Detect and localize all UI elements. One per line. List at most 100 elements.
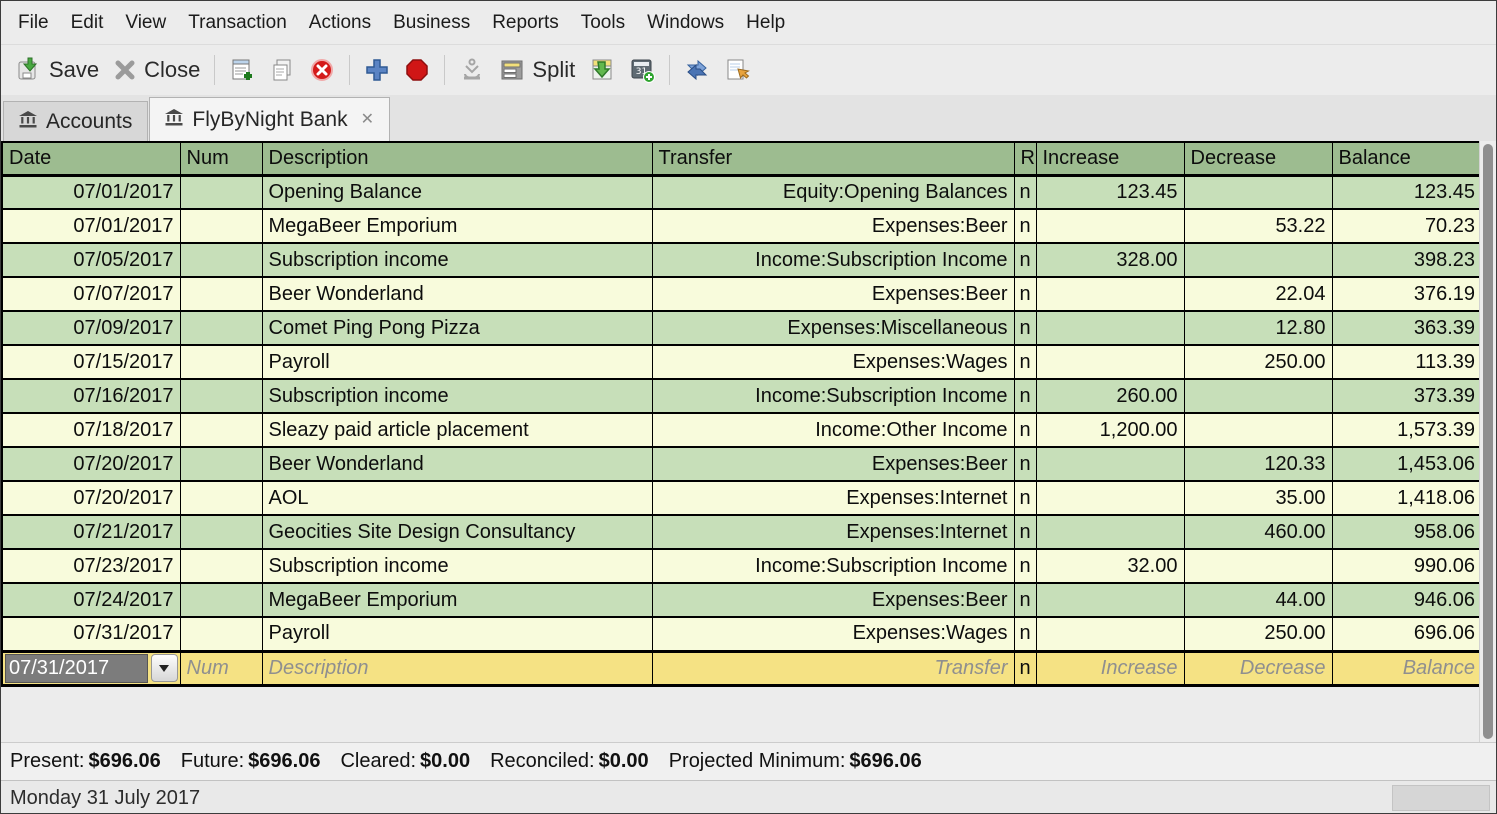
cell-transfer[interactable]: Expenses:Beer [652, 583, 1014, 617]
cell-reconciled[interactable]: n [1014, 481, 1036, 515]
cell-increase[interactable]: 123.45 [1036, 175, 1184, 209]
menu-item-file[interactable]: File [7, 4, 60, 42]
table-row[interactable]: 07/15/2017 Payroll Expenses:Wages n 250.… [2, 345, 1482, 379]
cell-num[interactable] [180, 243, 262, 277]
cell-balance[interactable]: 363.39 [1332, 311, 1482, 345]
cell-balance[interactable]: 1,573.39 [1332, 413, 1482, 447]
table-row[interactable]: 07/20/2017 AOL Expenses:Internet n 35.00… [2, 481, 1482, 515]
cell-description[interactable]: Beer Wonderland [262, 447, 652, 481]
column-header-transfer[interactable]: Transfer [652, 142, 1014, 175]
cell-date[interactable]: 07/15/2017 [2, 345, 180, 379]
cell-increase[interactable] [1036, 617, 1184, 651]
cell-reconciled[interactable]: n [1014, 277, 1036, 311]
column-header-date[interactable]: Date [2, 142, 180, 175]
cell-increase[interactable]: 260.00 [1036, 379, 1184, 413]
cell-increase[interactable]: 328.00 [1036, 243, 1184, 277]
cell-date[interactable]: 07/20/2017 [2, 481, 180, 515]
cell-date[interactable]: 07/07/2017 [2, 277, 180, 311]
cell-num[interactable] [180, 413, 262, 447]
cell-reconciled[interactable]: n [1014, 175, 1036, 209]
cell-transfer[interactable]: Expenses:Internet [652, 515, 1014, 549]
cell-decrease[interactable]: 120.33 [1184, 447, 1332, 481]
cell-balance[interactable]: 373.39 [1332, 379, 1482, 413]
cell-reconciled[interactable]: n [1014, 311, 1036, 345]
cell-balance[interactable]: 990.06 [1332, 549, 1482, 583]
cell-num[interactable] [180, 617, 262, 651]
cell-transfer[interactable]: Expenses:Miscellaneous [652, 311, 1014, 345]
cell-date[interactable]: 07/05/2017 [2, 243, 180, 277]
cell-transfer[interactable]: Expenses:Internet [652, 481, 1014, 515]
edit-transfer-cell[interactable]: Transfer [652, 651, 1014, 685]
cell-num[interactable] [180, 311, 262, 345]
cell-num[interactable] [180, 549, 262, 583]
cell-num[interactable] [180, 447, 262, 481]
cell-balance[interactable]: 376.19 [1332, 277, 1482, 311]
transaction-edit-row[interactable]: 07/31/2017 Num Description Transfer n In… [2, 651, 1482, 685]
cell-transfer[interactable]: Expenses:Wages [652, 617, 1014, 651]
column-header-description[interactable]: Description [262, 142, 652, 175]
column-header-balance[interactable]: Balance [1332, 142, 1482, 175]
table-row[interactable]: 07/24/2017 MegaBeer Emporium Expenses:Be… [2, 583, 1482, 617]
cell-decrease[interactable]: 250.00 [1184, 617, 1332, 651]
cell-transfer[interactable]: Income:Other Income [652, 413, 1014, 447]
cell-num[interactable] [180, 583, 262, 617]
cell-date[interactable]: 07/01/2017 [2, 209, 180, 243]
cell-reconciled[interactable]: n [1014, 243, 1036, 277]
cell-reconciled[interactable]: n [1014, 209, 1036, 243]
duplicate-button[interactable] [222, 54, 262, 86]
menu-item-view[interactable]: View [114, 4, 177, 42]
cell-transfer[interactable]: Expenses:Beer [652, 277, 1014, 311]
menu-item-edit[interactable]: Edit [60, 4, 115, 42]
cell-increase[interactable] [1036, 311, 1184, 345]
cell-decrease[interactable] [1184, 175, 1332, 209]
cell-num[interactable] [180, 175, 262, 209]
cell-decrease[interactable]: 22.04 [1184, 277, 1332, 311]
column-header-num[interactable]: Num [180, 142, 262, 175]
date-dropdown-button[interactable] [151, 654, 178, 682]
cell-reconciled[interactable]: n [1014, 583, 1036, 617]
edit-num-cell[interactable]: Num [180, 651, 262, 685]
table-row[interactable]: 07/01/2017 MegaBeer Emporium Expenses:Be… [2, 209, 1482, 243]
cell-increase[interactable] [1036, 481, 1184, 515]
edit-increase-cell[interactable]: Increase [1036, 651, 1184, 685]
cell-balance[interactable]: 946.06 [1332, 583, 1482, 617]
cell-description[interactable]: Opening Balance [262, 175, 652, 209]
cell-num[interactable] [180, 515, 262, 549]
cell-num[interactable] [180, 481, 262, 515]
table-row[interactable]: 07/09/2017 Comet Ping Pong Pizza Expense… [2, 311, 1482, 345]
cell-description[interactable]: Sleazy paid article placement [262, 413, 652, 447]
column-header-decrease[interactable]: Decrease [1184, 142, 1332, 175]
jump-button[interactable] [582, 54, 622, 86]
cell-date[interactable]: 07/18/2017 [2, 413, 180, 447]
table-row[interactable]: 07/23/2017 Subscription income Income:Su… [2, 549, 1482, 583]
table-row[interactable]: 07/01/2017 Opening Balance Equity:Openin… [2, 175, 1482, 209]
table-row[interactable]: 07/20/2017 Beer Wonderland Expenses:Beer… [2, 447, 1482, 481]
cell-increase[interactable] [1036, 583, 1184, 617]
tab-accounts[interactable]: Accounts [3, 101, 148, 141]
cell-increase[interactable] [1036, 345, 1184, 379]
cell-balance[interactable]: 123.45 [1332, 175, 1482, 209]
edit-balance-cell[interactable]: Balance [1332, 651, 1482, 685]
cell-balance[interactable]: 113.39 [1332, 345, 1482, 379]
cell-date[interactable]: 07/20/2017 [2, 447, 180, 481]
cell-reconciled[interactable]: n [1014, 515, 1036, 549]
cell-transfer[interactable]: Income:Subscription Income [652, 243, 1014, 277]
cell-date[interactable]: 07/01/2017 [2, 175, 180, 209]
schedule-button[interactable]: 31 [622, 54, 662, 86]
cell-description[interactable]: Geocities Site Design Consultancy [262, 515, 652, 549]
cell-num[interactable] [180, 277, 262, 311]
cell-date[interactable]: 07/21/2017 [2, 515, 180, 549]
cell-reconciled[interactable]: n [1014, 413, 1036, 447]
edit-date-cell[interactable]: 07/31/2017 [2, 651, 180, 685]
cell-decrease[interactable] [1184, 549, 1332, 583]
cell-date[interactable]: 07/31/2017 [2, 617, 180, 651]
cell-decrease[interactable]: 12.80 [1184, 311, 1332, 345]
cell-balance[interactable]: 1,453.06 [1332, 447, 1482, 481]
cell-decrease[interactable]: 250.00 [1184, 345, 1332, 379]
table-row[interactable]: 07/16/2017 Subscription income Income:Su… [2, 379, 1482, 413]
menu-item-tools[interactable]: Tools [570, 4, 636, 42]
cell-date[interactable]: 07/23/2017 [2, 549, 180, 583]
table-row[interactable]: 07/21/2017 Geocities Site Design Consult… [2, 515, 1482, 549]
cell-description[interactable]: AOL [262, 481, 652, 515]
cell-date[interactable]: 07/16/2017 [2, 379, 180, 413]
